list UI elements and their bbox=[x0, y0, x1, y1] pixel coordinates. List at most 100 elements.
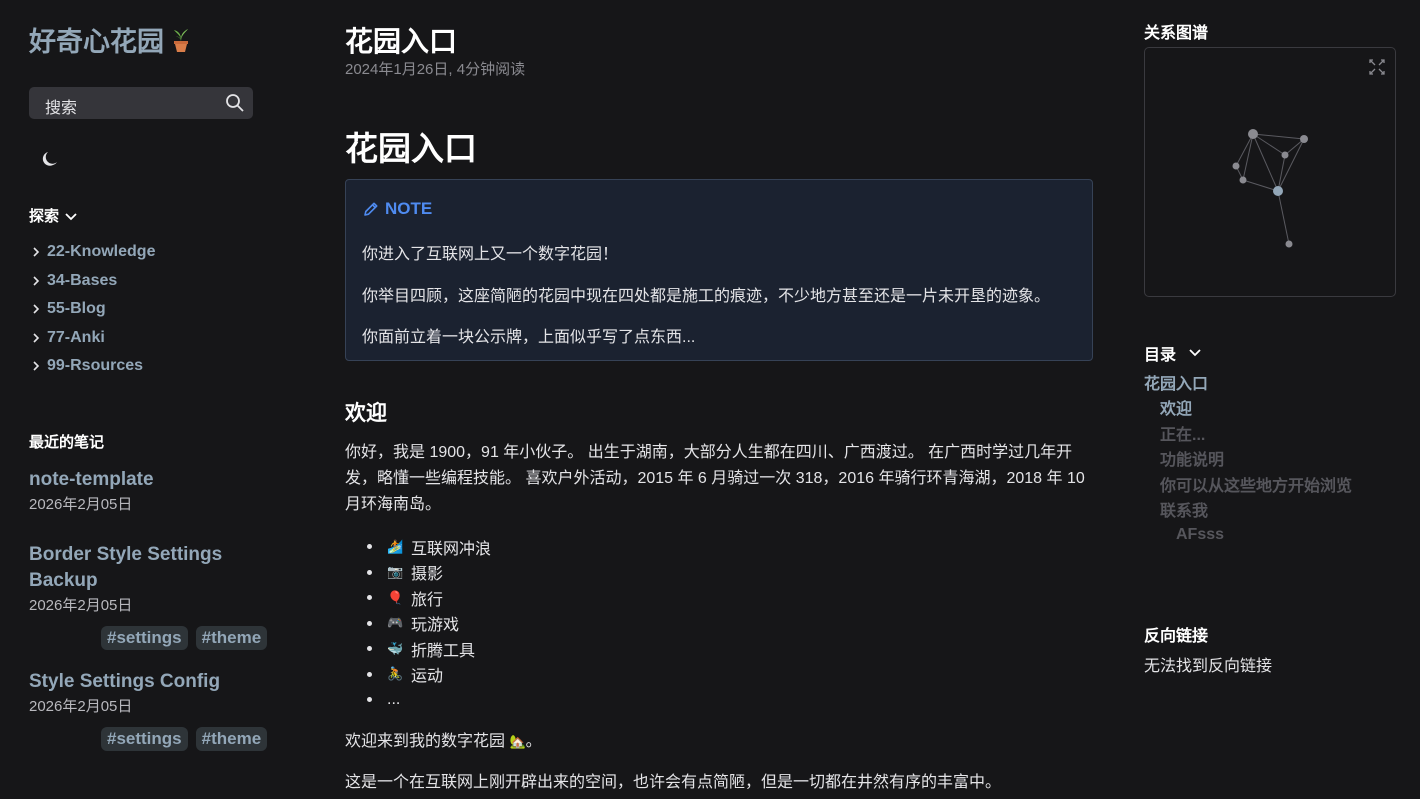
gamepad-icon: 🎮 bbox=[387, 615, 404, 631]
callout-line: 你面前立着一块公示牌，上面似乎写了点东西... bbox=[362, 329, 696, 346]
balloon-icon: 🎈 bbox=[387, 589, 404, 605]
chevron-right-icon bbox=[33, 333, 40, 343]
explorer-folder[interactable]: 77-Anki bbox=[29, 324, 155, 353]
list-item: 🎮 玩游戏 bbox=[367, 611, 491, 637]
tag-settings[interactable]: #settings bbox=[101, 626, 188, 650]
pencil-icon bbox=[364, 202, 378, 216]
recent-note-tags: #settings #theme bbox=[101, 626, 268, 650]
welcome-text: 欢迎来到我的数字花园 bbox=[345, 733, 506, 750]
chevron-right-icon bbox=[33, 247, 40, 257]
chevron-right-icon bbox=[33, 304, 40, 314]
list-item-text: ... bbox=[387, 690, 401, 708]
camera-icon: 📷 bbox=[387, 564, 404, 580]
explorer-folder[interactable]: 34-Bases bbox=[29, 267, 155, 296]
explorer-title: 探索 bbox=[29, 208, 60, 225]
explorer-folder-label[interactable]: 22-Knowledge bbox=[47, 243, 155, 261]
explorer-folder-label[interactable]: 34-Bases bbox=[47, 272, 117, 290]
toc-item[interactable]: 联系我 bbox=[1144, 497, 1352, 523]
recent-note-date: 2026年2月05日 bbox=[29, 597, 133, 614]
potted-plant-icon bbox=[170, 27, 192, 60]
page-meta: 2024年1月26日, 4分钟阅读 bbox=[345, 61, 526, 78]
site-title-text[interactable]: 好奇心花园 bbox=[29, 27, 164, 57]
backlinks-empty-message: 无法找到反向链接 bbox=[1144, 658, 1273, 675]
search-icon[interactable] bbox=[225, 93, 245, 118]
tag-settings[interactable]: #settings bbox=[101, 727, 188, 751]
intro-line: 你好，我是 1900，91 年小伙子。 出生于湖南，大部分人生都在四川、广西渡过… bbox=[345, 444, 1073, 461]
list-item: 🏄 互联网冲浪 bbox=[367, 534, 491, 560]
graph-network[interactable] bbox=[1145, 48, 1395, 296]
search-label: 搜索 bbox=[45, 100, 78, 117]
recent-note-title[interactable]: Style Settings Config bbox=[29, 669, 289, 695]
explorer-folder[interactable]: 99-Rsources bbox=[29, 352, 155, 381]
toc-title: 目录 bbox=[1144, 347, 1177, 364]
explorer-list: 22-Knowledge 34-Bases 55-Blog 77-Anki 99… bbox=[29, 238, 155, 381]
toc-list: 花园入口 欢迎 正在... 功能说明 你可以从这些地方开始浏览 联系我 AFss… bbox=[1144, 369, 1352, 548]
dark-mode-toggle-moon-icon[interactable] bbox=[39, 150, 59, 175]
list-item-text: 互联网冲浪 bbox=[411, 540, 492, 558]
list-item-text: 折腾工具 bbox=[411, 642, 476, 660]
whale-icon: 🐳 bbox=[387, 640, 404, 656]
tag-theme[interactable]: #theme bbox=[195, 626, 268, 650]
recent-note-date: 2026年2月05日 bbox=[29, 496, 133, 513]
list-item-text: 旅行 bbox=[411, 591, 444, 609]
surfing-icon: 🏄 bbox=[387, 538, 404, 554]
recent-note: Border Style Settings Backup 2026年2月05日 bbox=[29, 542, 289, 616]
site-title[interactable]: 好奇心花园 bbox=[29, 20, 192, 60]
graph-title: 关系图谱 bbox=[1144, 25, 1209, 42]
house-garden-icon: 🏡 bbox=[509, 734, 526, 749]
graph-view[interactable] bbox=[1144, 47, 1396, 297]
list-item-text: 玩游戏 bbox=[411, 617, 460, 635]
toc-item[interactable]: 花园入口 bbox=[1144, 369, 1352, 395]
left-sidebar: 好奇心花园 搜索 探索 22-Knowledge 34-Bases 55-Blo… bbox=[29, 0, 289, 799]
callout-header: NOTE bbox=[362, 199, 432, 219]
recent-note-title[interactable]: note-template bbox=[29, 467, 289, 493]
article-heading: 花园入口 bbox=[345, 130, 477, 167]
explorer-folder-label[interactable]: 55-Blog bbox=[47, 300, 106, 318]
welcome-suffix: 。 bbox=[525, 733, 542, 750]
list-item: 🚴 运动 bbox=[367, 662, 491, 688]
list-item: ... bbox=[367, 687, 491, 713]
recent-note-title[interactable]: Border Style Settings bbox=[29, 542, 289, 568]
section-heading-welcome: 欢迎 bbox=[345, 402, 387, 425]
toc-header[interactable]: 目录 bbox=[1144, 341, 1204, 365]
recent-note-title[interactable]: Backup bbox=[29, 568, 289, 594]
explorer-folder[interactable]: 22-Knowledge bbox=[29, 238, 155, 267]
list-item: 🐳 折腾工具 bbox=[367, 636, 491, 662]
list-item: 📷 摄影 bbox=[367, 560, 491, 586]
explorer-folder-label[interactable]: 99-Rsources bbox=[47, 357, 143, 375]
list-item: 🎈 旅行 bbox=[367, 585, 491, 611]
tag-theme[interactable]: #theme bbox=[195, 727, 268, 751]
note-callout: NOTE 你进入了互联网上又一个数字花园！ 你举目四顾，这座简陋的花园中现在四处… bbox=[345, 179, 1093, 361]
recent-notes-title: 最近的笔记 bbox=[29, 434, 105, 451]
recent-note-date: 2026年2月05日 bbox=[29, 698, 133, 715]
page-title: 花园入口 bbox=[345, 26, 458, 57]
list-item-text: 摄影 bbox=[411, 566, 444, 584]
toc-item[interactable]: 功能说明 bbox=[1144, 446, 1352, 472]
callout-line: 你进入了互联网上又一个数字花园！ bbox=[362, 246, 619, 263]
recent-note-tags: #settings #theme bbox=[101, 727, 268, 751]
callout-type: NOTE bbox=[385, 199, 433, 218]
toc-item[interactable]: 正在... bbox=[1144, 420, 1352, 446]
list-item-text: 运动 bbox=[411, 668, 444, 686]
intro-line: 发，略懂一些编程技能。 喜欢户外活动，2015 年 6 月骑过一次 318，20… bbox=[345, 470, 1085, 487]
backlinks-title: 反向链接 bbox=[1144, 628, 1209, 645]
recent-note: Style Settings Config 2026年2月05日 bbox=[29, 669, 289, 717]
intro-line: 月环海南岛。 bbox=[345, 496, 442, 513]
toc-item[interactable]: AFsss bbox=[1144, 522, 1352, 548]
chevron-down-icon bbox=[1189, 349, 1201, 357]
closing-paragraph: 这是一个在互联网上刚开辟出来的空间，也许会有点简陋，但是一切都在井然有序的丰富中… bbox=[345, 774, 1002, 791]
explorer-header[interactable]: 探索 bbox=[29, 205, 79, 226]
chevron-right-icon bbox=[33, 361, 40, 371]
toc-item[interactable]: 你可以从这些地方开始浏览 bbox=[1144, 471, 1352, 497]
explorer-folder[interactable]: 55-Blog bbox=[29, 295, 155, 324]
search-bar[interactable]: 搜索 bbox=[29, 87, 253, 119]
recent-note: note-template 2026年2月05日 bbox=[29, 467, 289, 515]
welcome-paragraph: 欢迎来到我的数字花园 🏡。 bbox=[345, 729, 1085, 755]
chevron-down-icon bbox=[65, 213, 77, 221]
chevron-right-icon bbox=[33, 276, 40, 286]
explorer-folder-label[interactable]: 77-Anki bbox=[47, 329, 105, 347]
hobbies-list: 🏄 互联网冲浪 📷 摄影 🎈 旅行 🎮 玩游戏 🐳 折腾工具 🚴 运动 ... bbox=[367, 534, 491, 713]
cyclist-icon: 🚴 bbox=[387, 666, 404, 682]
toc-item[interactable]: 欢迎 bbox=[1144, 395, 1352, 421]
callout-line: 你举目四顾，这座简陋的花园中现在四处都是施工的痕迹，不少地方甚至还是一片未开垦的… bbox=[362, 288, 1051, 305]
